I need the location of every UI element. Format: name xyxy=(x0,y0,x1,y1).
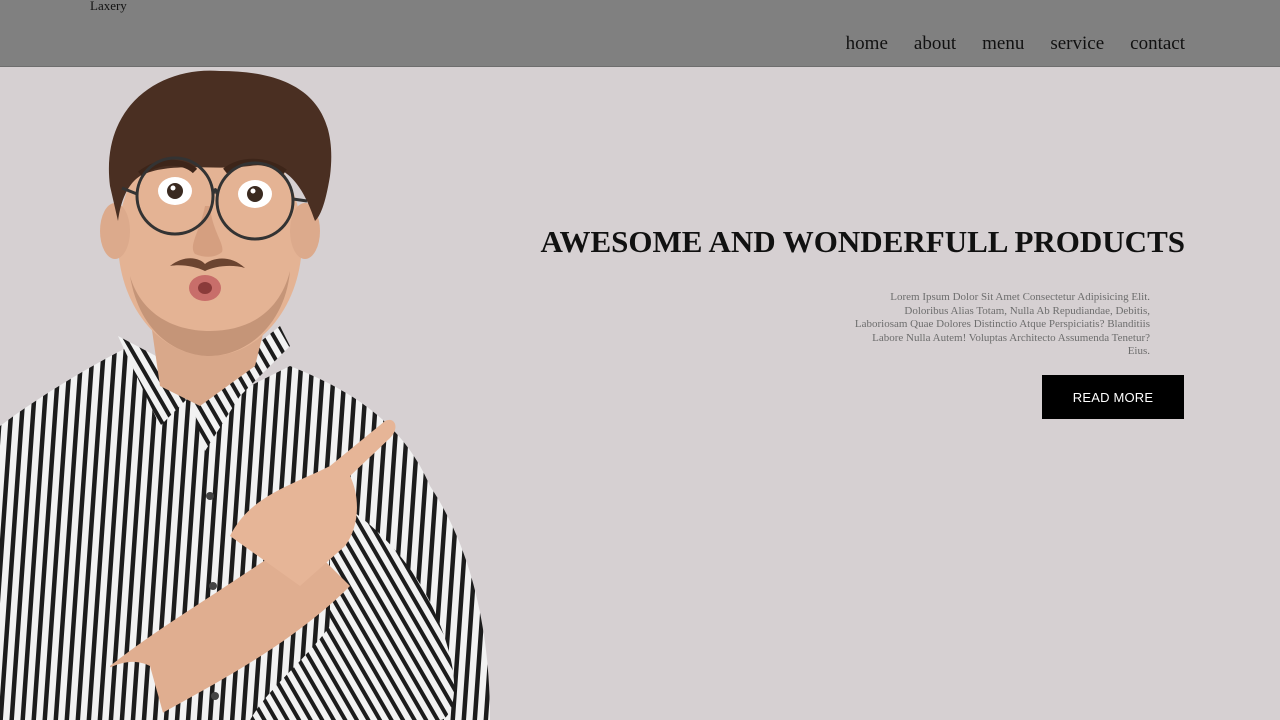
nav-link-home[interactable]: home xyxy=(846,33,888,55)
site-logo[interactable]: Laxery xyxy=(90,0,127,14)
nav-link-menu[interactable]: menu xyxy=(982,33,1024,55)
read-more-button[interactable]: READ MORE xyxy=(1042,375,1184,419)
main-nav: home about menu service contact xyxy=(846,33,1185,55)
site-header: Laxery home about menu service contact xyxy=(0,0,1280,67)
hero-title: AWESOME AND WONDERFULL PRODUCTS xyxy=(540,224,1186,259)
nav-link-about[interactable]: about xyxy=(914,33,956,55)
nav-link-service[interactable]: service xyxy=(1050,33,1104,55)
hero-description: Lorem Ipsum Dolor Sit Amet Consectetur A… xyxy=(854,291,1150,358)
landing-page: Laxery home about menu service contact A… xyxy=(0,0,1280,720)
hero-person-image xyxy=(0,70,490,720)
nav-link-contact[interactable]: contact xyxy=(1130,33,1185,55)
